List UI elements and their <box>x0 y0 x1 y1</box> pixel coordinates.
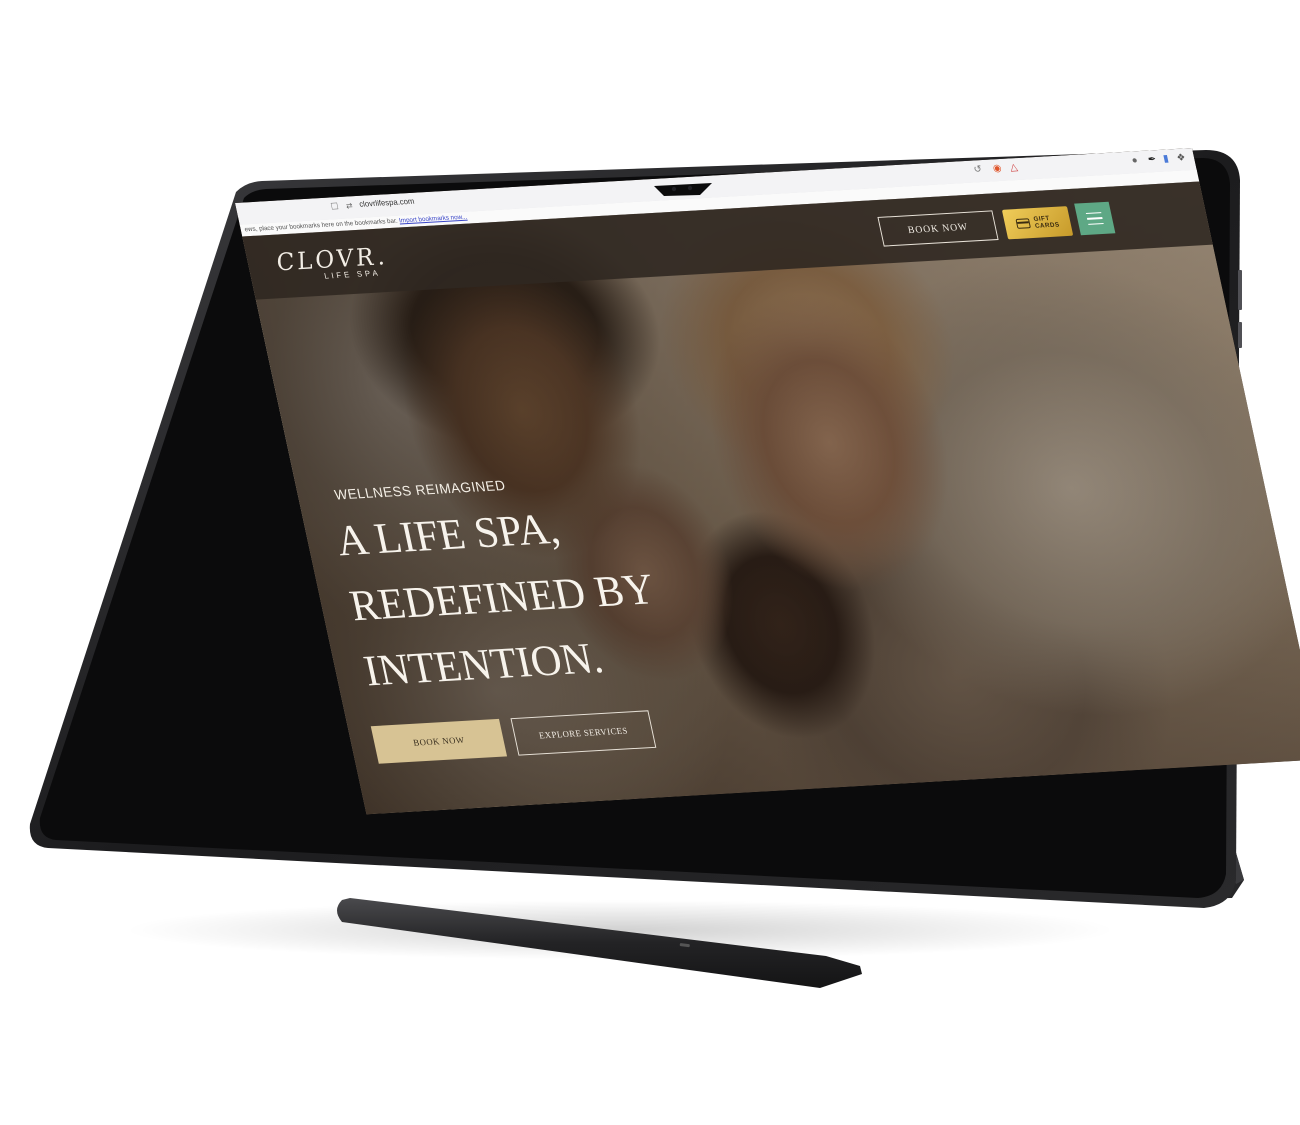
stylus-pen[interactable] <box>0 0 1300 1125</box>
device-mockup: ☐ ⇄ clovrlifespa.com ↺ ◉ △ ● ✒ ▮ ❖ ews, … <box>0 0 1300 1125</box>
